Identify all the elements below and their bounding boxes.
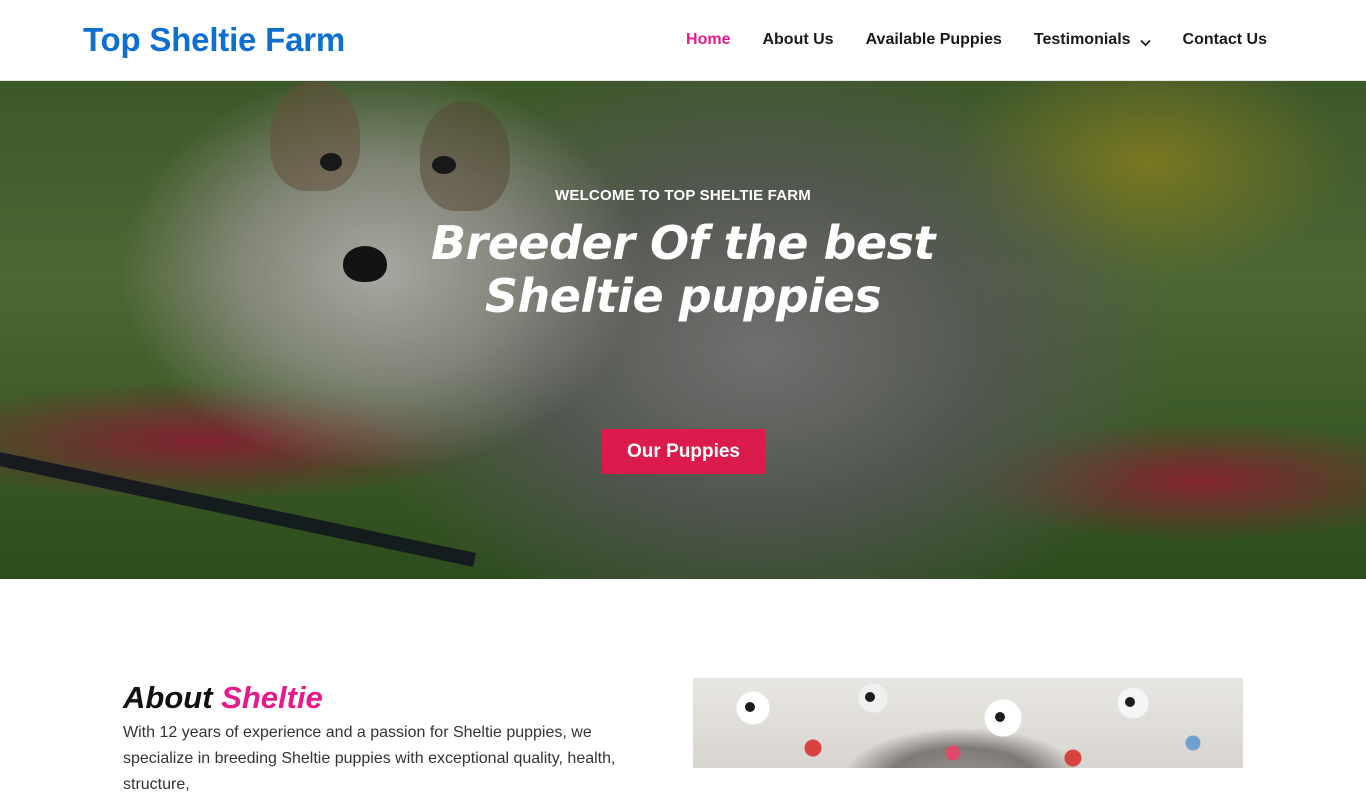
nav-item-home[interactable]: Home	[686, 31, 730, 49]
image-detail	[865, 692, 875, 702]
hero-overlay	[0, 81, 1366, 579]
site-header: Top Sheltie Farm Home About Us Available…	[0, 0, 1366, 81]
hero-title-line-1: Breeder Of the best	[430, 216, 936, 270]
nav-item-label: Available Puppies	[865, 31, 1002, 48]
image-detail	[995, 712, 1005, 722]
image-detail	[745, 702, 755, 712]
hero-kicker: WELCOME TO TOP SHELTIE FARM	[555, 187, 811, 204]
about-heading: About Sheltie	[123, 679, 323, 717]
about-paragraph: With 12 years of experience and a passio…	[123, 724, 616, 793]
hero-title: Breeder Of the best Sheltie puppies	[0, 217, 1366, 323]
nav-item-contact-us[interactable]: Contact Us	[1183, 31, 1267, 49]
nav-item-available-puppies[interactable]: Available Puppies	[866, 31, 1002, 49]
nav-item-label: About Us	[762, 31, 834, 48]
about-heading-accent: Sheltie	[221, 680, 323, 715]
image-detail	[1125, 697, 1135, 707]
site-logo[interactable]: Top Sheltie Farm	[83, 20, 345, 60]
about-heading-plain: About	[123, 680, 213, 715]
nav-item-testimonials[interactable]: Testimonials	[1034, 31, 1151, 49]
hero-banner: WELCOME TO TOP SHELTIE FARM Breeder Of t…	[0, 81, 1366, 579]
nav-item-label: Contact Us	[1182, 31, 1267, 48]
our-puppies-button[interactable]: Our Puppies	[602, 429, 765, 474]
hero-title-line-2: Sheltie puppies	[484, 269, 882, 323]
chevron-down-icon[interactable]	[1139, 35, 1151, 46]
about-puppy-image	[693, 678, 1243, 768]
main-nav: Home About Us Available Puppies Testimon…	[654, 0, 1267, 80]
nav-item-label: Home	[686, 31, 731, 48]
nav-item-about-us[interactable]: About Us	[762, 31, 833, 49]
nav-item-label: Testimonials	[1033, 31, 1131, 48]
